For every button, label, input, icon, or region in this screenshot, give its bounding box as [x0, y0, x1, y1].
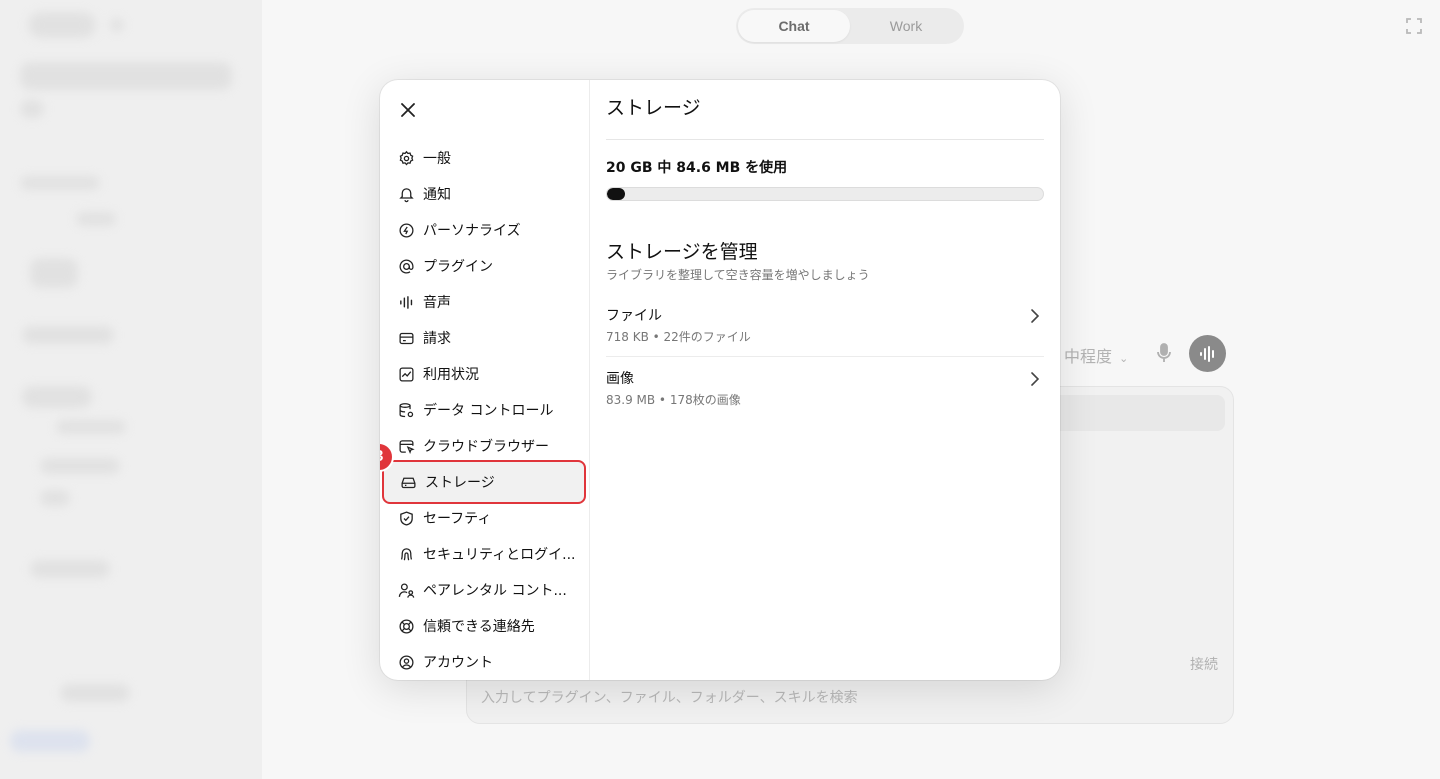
close-icon [401, 103, 415, 117]
nav-item-label: 音声 [423, 295, 451, 311]
nav-item-label: 利用状況 [423, 367, 479, 383]
nav-item-billing[interactable]: 請求 [380, 320, 590, 356]
images-row[interactable]: 画像 83.9 MB • 178枚の画像 [606, 357, 1044, 420]
files-row-subtitle: 718 KB • 22件のファイル [606, 330, 751, 344]
nav-item-label: クラウドブラウザー [423, 439, 549, 455]
nav-item-label: 一般 [423, 151, 451, 167]
storage-usage-bar [606, 187, 1044, 201]
nav-item-security-login[interactable]: セキュリティとログイ... [380, 536, 590, 572]
waveform-icon [1199, 345, 1214, 362]
background-sidebar [0, 0, 262, 779]
personalize-icon [397, 221, 415, 239]
nav-item-label: 通知 [423, 187, 451, 203]
images-row-title: 画像 [606, 371, 634, 387]
close-button[interactable] [397, 99, 419, 121]
storage-drive-icon [399, 473, 417, 491]
chart-icon [397, 365, 415, 383]
model-select-label: 中程度 [1064, 347, 1113, 366]
nav-item-parental-controls[interactable]: ペアレンタル コント... [380, 572, 590, 608]
fullscreen-icon[interactable] [1404, 16, 1424, 36]
nav-item-label: ペアレンタル コント... [423, 583, 567, 599]
nav-item-account[interactable]: アカウント [380, 644, 590, 680]
nav-item-storage[interactable]: ストレージ [382, 460, 586, 504]
storage-panel: ストレージ 20 GB 中 84.6 MB を使用 ストレージを管理 ライブラリ… [590, 80, 1060, 680]
divider [606, 139, 1044, 140]
storage-usage-text: 20 GB 中 84.6 MB を使用 [606, 160, 788, 176]
voice-mode-button[interactable] [1189, 335, 1226, 372]
nav-item-label: データ コントロール [423, 403, 554, 419]
images-row-subtitle: 83.9 MB • 178枚の画像 [606, 393, 741, 407]
nav-item-cloud-browser[interactable]: クラウドブラウザー [380, 428, 590, 464]
work-tab[interactable]: Work [850, 10, 962, 42]
chat-tab[interactable]: Chat [738, 10, 850, 42]
nav-item-personalize[interactable]: パーソナライズ [380, 212, 590, 248]
manage-storage-title: ストレージを管理 [606, 241, 758, 263]
nav-item-trusted-contacts[interactable]: 信頼できる連絡先 [380, 608, 590, 644]
nav-item-data-controls[interactable]: データ コントロール [380, 392, 590, 428]
manage-storage-subtitle: ライブラリを整理して空き容量を増やしましょう [606, 268, 870, 282]
nav-item-label: プラグイン [423, 259, 493, 275]
nav-item-usage[interactable]: 利用状況 [380, 356, 590, 392]
nav-item-label: アカウント [423, 655, 493, 671]
page-title: ストレージ [606, 97, 701, 119]
browser-cursor-icon [397, 437, 415, 455]
nav-item-plugins[interactable]: プラグイン [380, 248, 590, 284]
nav-item-label: セキュリティとログイ... [423, 547, 576, 563]
storage-usage-fill [607, 188, 625, 200]
account-icon [397, 653, 415, 671]
settings-modal: 一般 通知 パーソナライズ プラグイン 音声 請求 利用状況 データ コントロー… [380, 80, 1060, 680]
nav-item-voice[interactable]: 音声 [380, 284, 590, 320]
nav-item-label: ストレージ [425, 475, 495, 491]
model-select[interactable]: 中程度 ⌄ [1064, 343, 1128, 367]
files-row-title: ファイル [606, 308, 662, 324]
files-row[interactable]: ファイル 718 KB • 22件のファイル [606, 294, 1044, 357]
nav-item-safety[interactable]: セーフティ [380, 500, 590, 536]
nav-item-notifications[interactable]: 通知 [380, 176, 590, 212]
card-icon [397, 329, 415, 347]
gear-icon [397, 149, 415, 167]
composer-placeholder[interactable]: 入力してプラグイン、ファイル、フォルダー、スキルを検索 [481, 687, 858, 707]
settings-nav-list: 一般 通知 パーソナライズ プラグイン 音声 請求 利用状況 データ コントロー… [380, 140, 590, 680]
chevron-right-icon [1031, 372, 1040, 386]
parent-child-icon [397, 581, 415, 599]
microphone-icon[interactable] [1155, 343, 1173, 363]
fingerprint-icon [397, 545, 415, 563]
bell-icon [397, 185, 415, 203]
shield-check-icon [397, 509, 415, 527]
chat-work-toggle[interactable]: Chat Work [736, 8, 964, 44]
at-icon [397, 257, 415, 275]
settings-nav: 一般 通知 パーソナライズ プラグイン 音声 請求 利用状況 データ コントロー… [380, 80, 590, 680]
database-gear-icon [397, 401, 415, 419]
nav-item-label: 信頼できる連絡先 [423, 619, 535, 635]
chevron-down-icon: ⌄ [1119, 352, 1129, 365]
nav-item-label: 請求 [423, 331, 451, 347]
nav-item-general[interactable]: 一般 [380, 140, 590, 176]
waveform-icon [397, 293, 415, 311]
chevron-right-icon [1031, 309, 1040, 323]
connect-link[interactable]: 接続 [1190, 654, 1218, 674]
nav-item-label: パーソナライズ [423, 223, 521, 239]
nav-item-label: セーフティ [423, 511, 492, 527]
lifebuoy-icon [397, 617, 415, 635]
